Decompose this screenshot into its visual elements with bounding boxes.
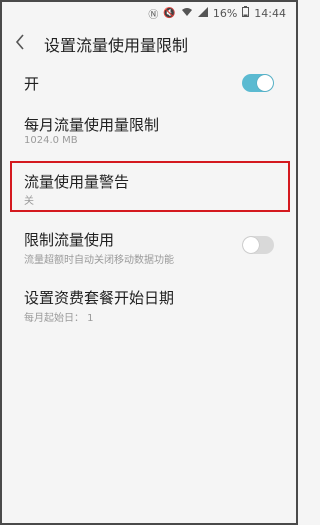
billing-start-value: 每月起始日： 1 xyxy=(24,313,94,324)
highlight-box xyxy=(10,161,290,212)
limit-usage-description: 流量超额时自动关闭移动数据功能 xyxy=(24,255,174,266)
limit-usage-switch[interactable] xyxy=(242,236,274,254)
billing-start-row[interactable]: 设置资费套餐开始日期 每月起始日： 1 xyxy=(0,278,298,332)
master-toggle-row[interactable]: 开 xyxy=(0,62,298,104)
master-toggle-switch[interactable] xyxy=(242,74,274,92)
chevron-left-icon xyxy=(15,33,25,55)
switch-knob xyxy=(257,75,273,91)
status-bar: Ⓝ 🔇 16% 14:44 xyxy=(0,0,298,26)
nfc-icon: Ⓝ xyxy=(148,9,159,21)
monthly-limit-row[interactable]: 每月流量使用量限制 1024.0 MB xyxy=(0,104,298,160)
battery-level: 16% xyxy=(212,6,238,20)
header: 设置流量使用量限制 xyxy=(0,26,298,62)
limit-usage-label: 限制流量使用 xyxy=(24,231,115,249)
signal-icon xyxy=(197,6,208,20)
mute-icon: 🔇 xyxy=(163,7,176,19)
monthly-limit-value: 1024.0 MB xyxy=(24,135,78,146)
battery-icon xyxy=(242,6,250,20)
master-toggle-label: 开 xyxy=(24,75,40,93)
back-button[interactable] xyxy=(0,26,40,62)
wifi-icon xyxy=(181,7,193,20)
page-title: 设置流量使用量限制 xyxy=(44,36,189,55)
limit-usage-row[interactable]: 限制流量使用 流量超额时自动关闭移动数据功能 xyxy=(0,220,298,276)
monthly-limit-label: 每月流量使用量限制 xyxy=(24,116,160,134)
clock: 14:44 xyxy=(254,6,286,20)
billing-start-label: 设置资费套餐开始日期 xyxy=(24,289,175,307)
switch-knob xyxy=(243,237,259,253)
